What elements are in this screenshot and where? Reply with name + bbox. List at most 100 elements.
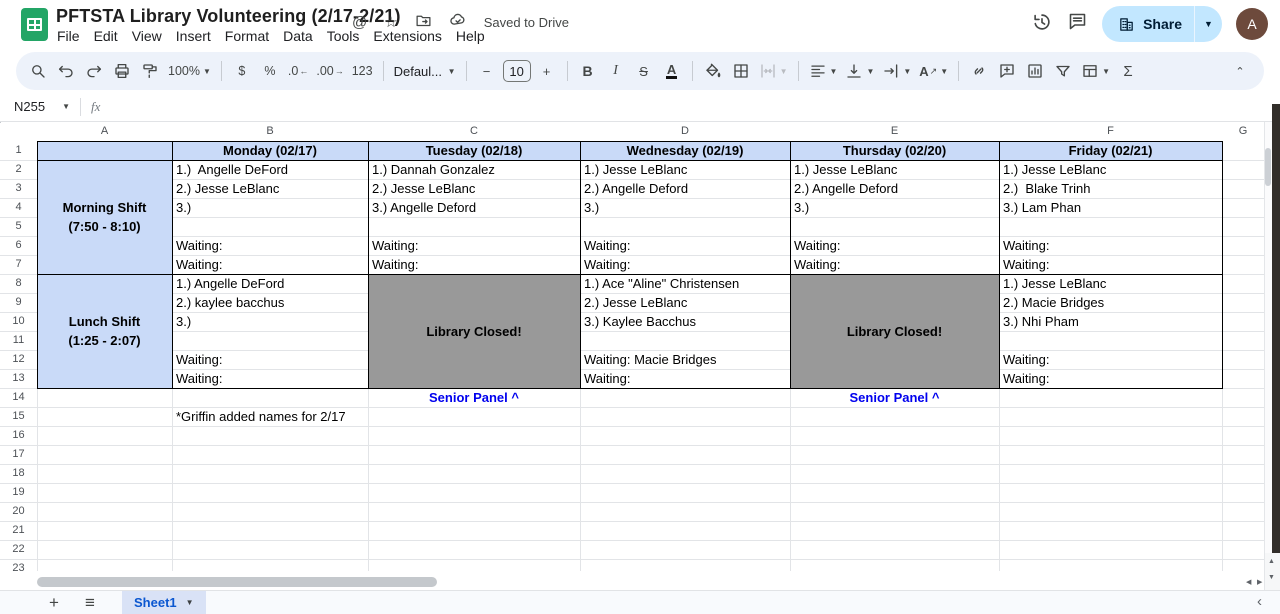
cell-B13[interactable]: Waiting: xyxy=(172,369,368,388)
paint-format-button[interactable] xyxy=(137,58,163,84)
menu-file[interactable]: File xyxy=(50,26,87,46)
text-rotation-button[interactable]: A ↗ ▼ xyxy=(916,58,951,84)
vertical-align-button[interactable]: ▼ xyxy=(842,58,877,84)
scroll-down-icon[interactable]: ▼ xyxy=(1268,574,1275,581)
cell-F4[interactable]: 3.) Lam Phan xyxy=(999,198,1222,217)
sheets-logo-icon[interactable] xyxy=(21,8,48,41)
cell-F13[interactable]: Waiting: xyxy=(999,369,1222,388)
senior-panel-cell-C[interactable]: Senior Panel ^ xyxy=(368,388,580,407)
menu-format[interactable]: Format xyxy=(218,26,276,46)
zoom-select[interactable]: 100% ▼ xyxy=(165,58,214,84)
cell-B10[interactable]: 3.) xyxy=(172,312,368,331)
cell-B7[interactable]: Waiting: xyxy=(172,255,368,274)
cell-D6[interactable]: Waiting: xyxy=(580,236,790,255)
cell-D13[interactable]: Waiting: xyxy=(580,369,790,388)
row-header-10[interactable]: 10 xyxy=(0,312,37,331)
row-header-2[interactable]: 2 xyxy=(0,160,37,179)
share-main[interactable]: Share xyxy=(1102,6,1194,42)
note-cell[interactable]: *Griffin added names for 2/17 xyxy=(172,407,428,426)
cell-F9[interactable]: 2.) Macie Bridges xyxy=(999,293,1222,312)
comment-history-icon[interactable] xyxy=(1067,11,1088,37)
share-button[interactable]: Share ▼ xyxy=(1102,6,1222,42)
cell-B12[interactable]: Waiting: xyxy=(172,350,368,369)
menu-data[interactable]: Data xyxy=(276,26,320,46)
decrease-decimal-button[interactable]: .0 ← xyxy=(285,58,311,84)
scroll-left-icon[interactable]: ◀ xyxy=(1246,579,1251,586)
strikethrough-button[interactable]: S xyxy=(631,58,657,84)
redo-button[interactable] xyxy=(81,58,107,84)
increase-decimal-button[interactable]: .00 → xyxy=(313,58,346,84)
cell-D4[interactable]: 3.) xyxy=(580,198,790,217)
version-history-icon[interactable] xyxy=(1031,11,1053,38)
insert-link-button[interactable] xyxy=(966,58,992,84)
cell-B2[interactable]: 1.) Angelle DeFord xyxy=(172,160,368,179)
text-wrap-button[interactable]: ▼ xyxy=(879,58,914,84)
column-header-D[interactable]: D xyxy=(580,122,790,141)
row-header-14[interactable]: 14 xyxy=(0,388,37,407)
cell-E3[interactable]: 2.) Angelle Deford xyxy=(790,179,999,198)
day-header-cell[interactable]: Friday (02/21) xyxy=(999,141,1222,160)
sheet-tab-menu-icon[interactable]: ▼ xyxy=(186,598,194,607)
decrease-font-size-button[interactable]: − xyxy=(474,58,500,84)
row-header-13[interactable]: 13 xyxy=(0,369,37,388)
cell-C3[interactable]: 2.) Jesse LeBlanc xyxy=(368,179,580,198)
cell-E4[interactable]: 3.) xyxy=(790,198,999,217)
column-header-C[interactable]: C xyxy=(368,122,580,141)
print-button[interactable] xyxy=(109,58,135,84)
bold-button[interactable]: B xyxy=(575,58,601,84)
table-views-button[interactable]: ▼ xyxy=(1078,58,1113,84)
row-header-3[interactable]: 3 xyxy=(0,179,37,198)
row-header-6[interactable]: 6 xyxy=(0,236,37,255)
insert-comment-button[interactable] xyxy=(994,58,1020,84)
account-avatar[interactable]: A xyxy=(1236,8,1268,40)
cell-B6[interactable]: Waiting: xyxy=(172,236,368,255)
senior-panel-cell-E[interactable]: Senior Panel ^ xyxy=(790,388,999,407)
row-header-15[interactable]: 15 xyxy=(0,407,37,426)
row-header-11[interactable]: 11 xyxy=(0,331,37,350)
cell-F10[interactable]: 3.) Nhi Pham xyxy=(999,312,1222,331)
cell-D12[interactable]: Waiting: Macie Bridges xyxy=(580,350,790,369)
horizontal-align-button[interactable]: ▼ xyxy=(806,58,841,84)
cell-F7[interactable]: Waiting: xyxy=(999,255,1222,274)
vertical-scrollbar-thumb[interactable] xyxy=(1265,148,1271,186)
font-select[interactable]: Defaul... ▼ xyxy=(391,58,459,84)
name-box[interactable]: N255 ▼ xyxy=(0,99,76,114)
menu-edit[interactable]: Edit xyxy=(87,26,125,46)
column-header-B[interactable]: B xyxy=(172,122,368,141)
horizontal-scrollbar-thumb[interactable] xyxy=(37,577,437,587)
cell-B3[interactable]: 2.) Jesse LeBlanc xyxy=(172,179,368,198)
undo-button[interactable] xyxy=(53,58,79,84)
cell-F12[interactable]: Waiting: xyxy=(999,350,1222,369)
cell-E7[interactable]: Waiting: xyxy=(790,255,999,274)
menu-extensions[interactable]: Extensions xyxy=(366,26,448,46)
column-header-E[interactable]: E xyxy=(790,122,999,141)
create-filter-button[interactable] xyxy=(1050,58,1076,84)
cell-C4[interactable]: 3.) Angelle Deford xyxy=(368,198,580,217)
row-header-20[interactable]: 20 xyxy=(0,502,37,521)
cell-D2[interactable]: 1.) Jesse LeBlanc xyxy=(580,160,790,179)
row-header-4[interactable]: 4 xyxy=(0,198,37,217)
add-sheet-button[interactable]: + xyxy=(40,591,68,614)
row-header-21[interactable]: 21 xyxy=(0,521,37,540)
menu-view[interactable]: View xyxy=(125,26,169,46)
cell-F2[interactable]: 1.) Jesse LeBlanc xyxy=(999,160,1222,179)
cell-D9[interactable]: 2.) Jesse LeBlanc xyxy=(580,293,790,312)
menu-insert[interactable]: Insert xyxy=(169,26,218,46)
cell-C2[interactable]: 1.) Dannah Gonzalez xyxy=(368,160,580,179)
row-header-1[interactable]: 1 xyxy=(0,141,37,160)
percent-format-button[interactable]: % xyxy=(257,58,283,84)
cell-C7[interactable]: Waiting: xyxy=(368,255,580,274)
cell-D8[interactable]: 1.) Ace "Aline" Christensen xyxy=(580,274,790,293)
hide-menus-button[interactable]: ⌃ xyxy=(1227,58,1253,84)
cell-B4[interactable]: 3.) xyxy=(172,198,368,217)
scroll-right-icon[interactable]: ▶ xyxy=(1257,579,1262,586)
fill-color-button[interactable] xyxy=(700,58,726,84)
share-dropdown[interactable]: ▼ xyxy=(1194,6,1222,42)
spreadsheet-grid[interactable]: A B C D E F G 1 2 3 4 5 6 7 8 9 10 11 12 13 14 15 16 17 18 19 20 21… xyxy=(0,122,1264,590)
row-header-8[interactable]: 8 xyxy=(0,274,37,293)
row-header-22[interactable]: 22 xyxy=(0,540,37,559)
cell-E2[interactable]: 1.) Jesse LeBlanc xyxy=(790,160,999,179)
menu-help[interactable]: Help xyxy=(449,26,492,46)
cell-F8[interactable]: 1.) Jesse LeBlanc xyxy=(999,274,1222,293)
day-header-cell[interactable]: Monday (02/17) xyxy=(172,141,368,160)
